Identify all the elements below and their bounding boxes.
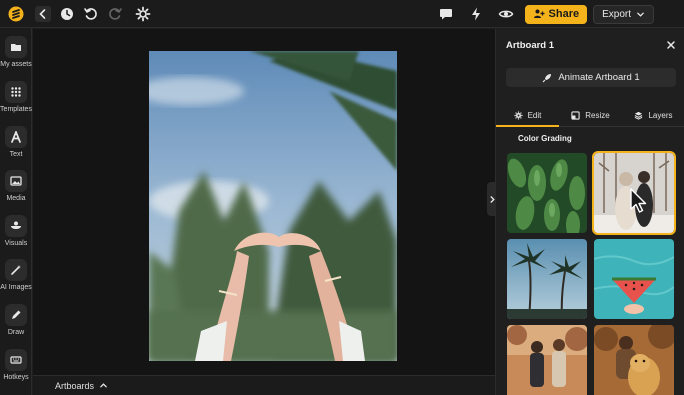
- sidebar-item-visuals[interactable]: Visuals: [0, 215, 32, 247]
- sidebar-label: Hotkeys: [3, 374, 29, 381]
- settings-icon[interactable]: [132, 3, 154, 25]
- sidebar-label: AI Images: [0, 284, 32, 291]
- chevron-up-icon: [100, 383, 107, 388]
- text-a-icon: [5, 126, 27, 148]
- share-label: Share: [548, 8, 580, 20]
- comment-icon[interactable]: [435, 3, 457, 25]
- canvas-area[interactable]: [33, 29, 495, 375]
- sidebar-label: Visuals: [4, 240, 28, 247]
- undo-icon[interactable]: [80, 3, 102, 25]
- shapes-icon: [5, 215, 27, 237]
- sidebar-item-draw[interactable]: Draw: [0, 304, 32, 336]
- pen-icon: [5, 304, 27, 326]
- keyboard-icon: [5, 349, 27, 371]
- grid-icon: [5, 81, 27, 103]
- add-user-icon: [533, 9, 545, 18]
- sidebar-item-my-assets[interactable]: My assets: [0, 36, 32, 68]
- animate-artboard-button[interactable]: Animate Artboard 1: [506, 68, 676, 87]
- close-icon[interactable]: [666, 40, 676, 50]
- tab-resize[interactable]: Resize: [559, 105, 622, 126]
- preview-eye-icon[interactable]: [495, 3, 517, 25]
- thumbnail-autumn-walk[interactable]: [507, 325, 587, 395]
- tab-layers[interactable]: Layers: [622, 105, 684, 126]
- mouse-cursor-icon: [630, 188, 647, 213]
- thumbnail-palm-trees[interactable]: [507, 239, 587, 319]
- sidebar-label: Text: [9, 151, 23, 158]
- sidebar-label: My assets: [0, 61, 32, 68]
- gear-icon: [514, 111, 523, 120]
- folder-icon: [5, 36, 27, 58]
- animate-label: Animate Artboard 1: [558, 72, 640, 83]
- chevron-down-icon: [637, 12, 644, 17]
- image-icon: [5, 170, 27, 192]
- artboard-panel: Artboard 1 Animate Artboard 1 Edit Resiz…: [495, 29, 684, 395]
- color-grading-title: Color Grading: [518, 134, 572, 143]
- sidebar-label: Templates: [0, 106, 32, 113]
- logo-icon[interactable]: [5, 3, 27, 25]
- artboards-bar[interactable]: Artboards: [33, 375, 495, 395]
- tab-label: Layers: [648, 111, 673, 120]
- export-button[interactable]: Export: [593, 4, 654, 24]
- sidebar-label: Media: [6, 195, 26, 202]
- back-icon[interactable]: [32, 3, 54, 25]
- artboard-image[interactable]: [149, 51, 397, 361]
- thumbnail-succulent[interactable]: [507, 153, 587, 233]
- sidebar-item-templates[interactable]: Templates: [0, 81, 32, 113]
- sidebar-item-text[interactable]: Text: [0, 126, 32, 158]
- sidebar-item-hotkeys[interactable]: Hotkeys: [0, 349, 32, 381]
- resize-icon: [571, 111, 580, 120]
- panel-title: Artboard 1: [506, 40, 555, 51]
- layers-icon: [635, 111, 643, 120]
- tab-label: Resize: [585, 111, 610, 120]
- sidebar-item-ai-images[interactable]: AI Images: [0, 259, 32, 291]
- magic-wand-icon: [5, 259, 27, 281]
- thumbnail-watermelon[interactable]: [594, 239, 674, 319]
- history-icon[interactable]: [56, 3, 78, 25]
- redo-icon[interactable]: [104, 3, 126, 25]
- editor-app: Share Export My assets Templates Text Me…: [0, 0, 684, 395]
- top-toolbar: Share Export: [0, 0, 684, 28]
- share-button[interactable]: Share: [524, 4, 588, 24]
- tab-edit[interactable]: Edit: [496, 105, 559, 127]
- sidebar-label: Draw: [7, 329, 25, 336]
- panel-tabs: Edit Resize Layers: [496, 105, 684, 127]
- sidebar-item-media[interactable]: Media: [0, 170, 32, 202]
- export-label: Export: [602, 8, 631, 20]
- artboards-label: Artboards: [55, 380, 95, 391]
- left-sidebar: My assets Templates Text Media Visuals A…: [0, 28, 32, 395]
- tab-label: Edit: [527, 111, 542, 120]
- thumbnail-dog[interactable]: [594, 325, 674, 395]
- bolt-icon[interactable]: [465, 3, 487, 25]
- rocket-icon: [542, 73, 552, 82]
